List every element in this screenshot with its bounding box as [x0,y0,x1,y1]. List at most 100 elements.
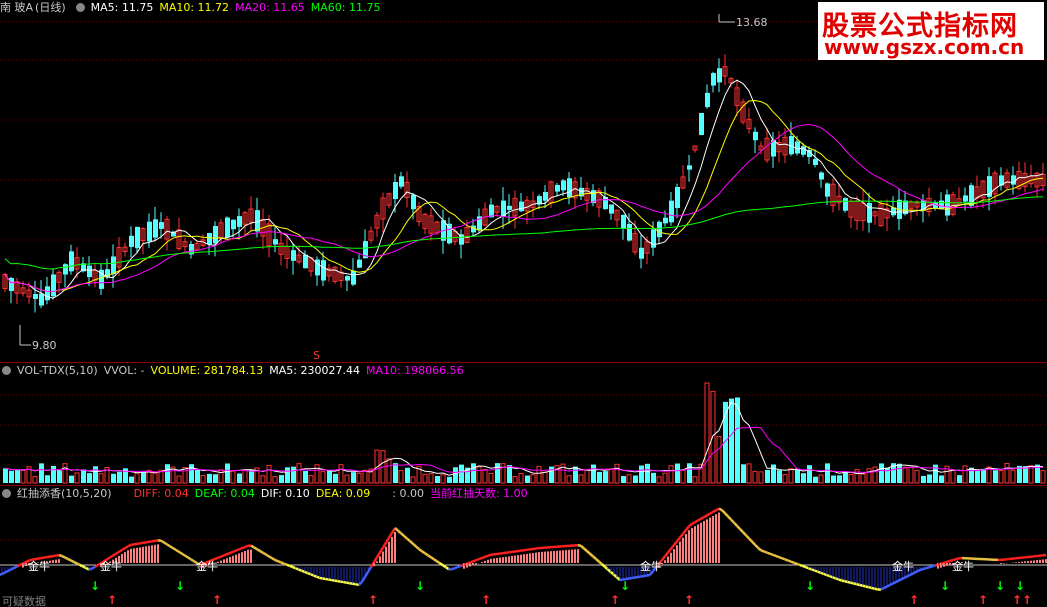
indicator-line [73,560,78,565]
indicator-line [127,543,132,548]
vvol-label: VVOL: - [103,364,145,377]
indicator-line [271,557,276,562]
volume-bar [242,469,248,484]
indicator-line [943,560,948,564]
volume-bar [3,468,8,483]
indicator-line [577,543,582,548]
volume-bar [741,464,746,483]
volume-bar [1010,469,1016,484]
volume-bar [746,463,752,484]
indicator-line [94,563,99,568]
volume-bar [476,466,482,484]
indicator-line [178,550,183,555]
indicator-line [226,551,231,556]
indicator-line [883,585,888,590]
indicator-line [229,550,234,555]
indicator-line [757,546,762,552]
indicator-line [253,546,258,551]
candle-down [39,293,44,306]
indicator-line [61,554,66,559]
volume-bar [651,472,656,483]
volume-bar [975,470,980,483]
indicator-line [43,555,48,559]
candle-down [147,221,152,242]
indicator-line [7,568,12,573]
indicator-line [679,532,684,539]
price-header: 南 玻A (日线) MA5: 11.75 MA10: 11.72 MA20: 11.65… [0,0,387,16]
up-arrow-icon: ↑ [1012,593,1022,607]
up-arrow-icon: ↑ [481,593,491,607]
candle-down [657,221,662,238]
candle-down [225,217,230,238]
indicator-line [700,515,705,520]
indicator-line [121,547,126,552]
volume-bar [950,469,956,484]
volume-header: VOL-TDX(5,10) VVOL: - VOLUME: 281784.13 MA5… [0,363,470,379]
kline-chart[interactable]: 13.689.80S金牛 金牛 金牛 金牛 金牛 金牛↑ ↑ ↑ ↑ ↑ ↑ ↑ ↑ ↑ ↑↓ ↓ ↓ ↓ ↓ ↓ ↓ ↓… [0,0,1047,607]
indicator-line [751,540,756,546]
candle-down [1011,175,1016,185]
indicator-line [268,555,273,560]
indicator-line [892,580,897,585]
candle-down [207,232,212,245]
bottom-label: 可疑数据 [2,594,46,607]
jinniu-label: 金牛 [100,559,122,573]
down-arrow-icon: ↓ [415,579,425,593]
candle-down [519,201,524,212]
indicator-line [727,515,732,521]
candle-down [945,194,950,216]
candle-down [153,219,158,238]
volume-bar [675,463,680,483]
indicator-line [664,551,669,558]
volume-bar [549,466,554,483]
candle-down [135,226,140,249]
indicator-line [130,543,135,547]
indicator-line [790,560,795,564]
settings-circle-icon[interactable] [2,366,11,375]
volume-bar [969,467,974,483]
indicator-line [76,562,81,567]
settings-circle-icon[interactable] [2,489,11,498]
indicator-line [769,552,774,557]
indicator-line [187,556,192,561]
dif-label: DIF: 0.10 [260,487,310,500]
indicator-line [124,545,129,550]
volume-bar [573,466,578,483]
volume-bar [518,473,524,484]
volume-bar [843,472,848,483]
volume-bar [207,473,212,483]
volume-bar [500,463,506,484]
indicator-line [646,573,651,577]
candle-down [639,247,644,259]
volume-bar [237,473,242,483]
volume-bar [351,472,356,483]
candle-down [561,180,566,191]
volume-bar [81,469,86,483]
indicator-line [148,540,153,544]
indicator-line [781,557,786,561]
indicator-line [688,522,693,528]
indicator-line [10,566,15,571]
volume-bar [939,475,944,483]
volume-bar [578,474,584,484]
indicator-line [70,559,75,564]
vol-ma5-label: MA5: 230027.44 [269,364,360,377]
volume-bar [542,471,548,484]
volume-bar [74,472,80,484]
indicator-line [901,576,906,581]
indicator-line [217,555,222,559]
volume-bar [266,464,272,484]
volume-bar [680,469,686,484]
indicator-line [694,519,699,524]
indicator-line [910,571,915,576]
volume-bar [668,465,674,484]
candle-down [669,200,674,223]
volume-bar [860,473,866,484]
indicator-line [154,539,159,543]
settings-circle-icon[interactable] [75,3,85,12]
candle-down [843,198,848,211]
indicator-line [631,576,636,580]
indicator-line [142,541,147,545]
indicator-line [907,573,912,578]
candle-down [699,113,704,135]
